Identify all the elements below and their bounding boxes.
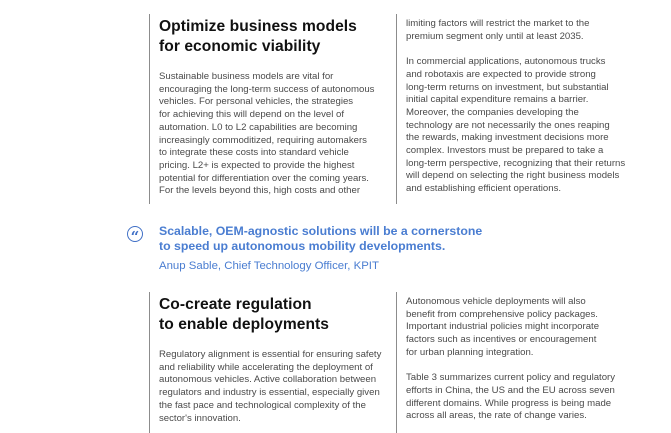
pull-quote: Scalable, OEM-agnostic solutions will be… [159,224,482,254]
paragraph: Autonomous vehicle deployments will also… [406,296,615,360]
text-line: for urban planning integration. [406,346,534,358]
text-line: sector's innovation. [159,412,241,424]
text-line: Regulatory alignment is essential for en… [159,349,382,360]
text-line: and reliability while accelerating the d… [159,361,373,373]
text-line: to integrate these costs into standard v… [159,147,349,159]
column-divider-right [396,14,397,204]
text-line: Table 3 summarizes current policy and re… [406,372,616,384]
text-line: for achieving this will depend on the le… [159,109,345,121]
text-line: For the levels beyond this, high costs a… [159,185,361,197]
text-line: premium segment only until at least 2035… [406,30,584,42]
text-line: long-term returns on investment, but sub… [406,81,609,93]
text-line: Moreover, the companies developing the [406,106,579,118]
text-line: autonomous vehicles. Active collaboratio… [159,374,377,386]
text-line: long-term perspective, recognizing that … [406,157,626,169]
text-line: efforts in China, the US and the EU acro… [406,384,615,396]
paragraph: limiting factors will restrict the marke… [406,18,625,43]
text-line: will depend on selecting the right busin… [406,170,620,182]
text-line: limiting factors will restrict the marke… [406,18,590,29]
heading-line: Optimize business models [159,18,357,35]
text-line: and robotaxis are expected to provide st… [406,68,596,80]
text-line: the fast pace and technological complexi… [159,399,366,411]
quotation-mark-icon: “ [127,226,143,246]
heading-line: to enable deployments [159,315,330,333]
text-line: automation. L0 to L2 capabilities are be… [159,121,358,133]
text-line: vehicles. For personal vehicles, the str… [159,96,354,108]
text-line: the rewards, making investment decisions… [406,132,609,144]
text-line: Autonomous vehicle deployments will also [406,296,586,307]
text-line: Important industrial policies might inco… [406,321,600,333]
text-line: and establishing efficient operations. [406,183,562,195]
business-models-right-column: limiting factors will restrict the marke… [406,18,625,196]
text-line: increasingly commoditized, requiring aut… [159,134,367,146]
quote-attribution: Anup Sable, Chief Technology Officer, KP… [159,260,379,272]
text-line: factors such as incentives or encouragem… [406,334,597,346]
column-divider-left [149,14,150,204]
text-line: Sustainable business models are vital fo… [159,71,334,82]
paragraph: In commercial applications, autonomous t… [406,56,625,196]
text-line: technology are not necessarily the ones … [406,119,610,131]
text-line: initial capital expenditure remains a ba… [406,94,589,106]
regulation-left-column: Regulatory alignment is essential for en… [159,349,381,425]
section-heading-business-models: Optimize business models for economic vi… [159,17,357,56]
quote-line: Scalable, OEM-agnostic solutions will be… [159,224,483,238]
text-line: pricing. L2+ is expected to provide the … [159,159,355,171]
column-divider-right [396,292,397,433]
text-line: encouraging the long-term success of aut… [159,83,375,95]
text-line: complex. Investors must be prepared to t… [406,145,604,157]
paragraph: Table 3 summarizes current policy and re… [406,372,615,423]
text-line: across all areas, the rate of change var… [406,410,587,422]
text-line: regulators and industry is essential, es… [159,387,380,399]
text-line: different domains. While progress is bei… [406,397,612,409]
business-models-left-column: Sustainable business models are vital fo… [159,71,374,198]
column-divider-left [149,292,150,433]
text-line: potential for differentiation over the c… [159,172,369,184]
section-heading-regulation: Co-create regulation to enable deploymen… [159,295,329,334]
heading-line: Co-create regulation [159,296,312,313]
quote-line: to speed up autonomous mobility developm… [159,239,446,253]
text-line: In commercial applications, autonomous t… [406,56,606,68]
regulation-right-column: Autonomous vehicle deployments will also… [406,296,615,423]
heading-line: for economic viability [159,37,321,55]
text-line: benefit from comprehensive policy packag… [406,308,598,320]
